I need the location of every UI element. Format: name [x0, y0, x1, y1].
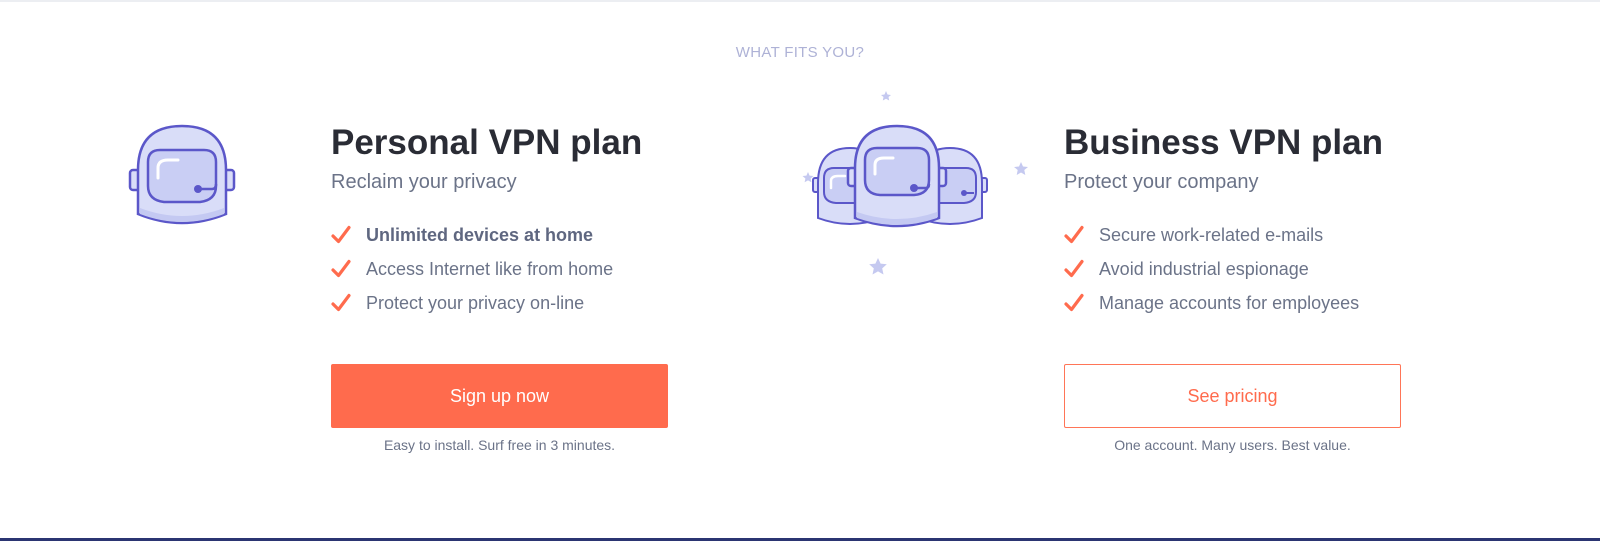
feature-label: Secure work-related e-mails [1099, 224, 1324, 245]
business-plan-subtitle: Protect your company [1064, 171, 1259, 193]
feature-label: Protect your privacy on-line [366, 292, 585, 313]
feature-item: Unlimited devices at home [331, 218, 671, 252]
feature-item: Protect your privacy on-line [331, 286, 671, 320]
business-plan: Business VPN plan Protect your company S… [1064, 120, 1404, 320]
see-pricing-button[interactable]: See pricing [1064, 364, 1401, 428]
astronaut-team-icon [802, 91, 1028, 275]
personal-plan-title: Personal VPN plan [331, 123, 643, 162]
feature-label: Unlimited devices at home [366, 224, 594, 245]
personal-feature-list: Unlimited devices at home Access Interne… [331, 218, 671, 320]
check-icon [331, 293, 351, 312]
check-icon [1064, 225, 1084, 244]
feature-label: Access Internet like from home [366, 258, 614, 279]
business-plan-title: Business VPN plan [1064, 123, 1383, 162]
business-feature-list: Secure work-related e-mails Avoid indust… [1064, 218, 1404, 320]
astronaut-helmet-icon [128, 124, 236, 225]
check-icon [1064, 293, 1084, 312]
section-heading: WHAT FITS YOU? [735, 44, 865, 61]
personal-plan: Personal VPN plan Reclaim your privacy U… [331, 120, 671, 320]
check-icon [331, 259, 351, 278]
feature-item: Access Internet like from home [331, 252, 671, 286]
pricing-note: One account. Many users. Best value. [1114, 437, 1351, 453]
feature-label: Manage accounts for employees [1099, 292, 1360, 313]
top-divider [0, 0, 1600, 2]
check-icon [1064, 259, 1084, 278]
feature-item: Secure work-related e-mails [1064, 218, 1404, 252]
personal-plan-subtitle: Reclaim your privacy [331, 171, 517, 193]
feature-label: Avoid industrial espionage [1099, 258, 1309, 279]
sign-up-button[interactable]: Sign up now [331, 364, 668, 428]
feature-item: Avoid industrial espionage [1064, 252, 1404, 286]
check-icon [331, 225, 351, 244]
feature-item: Manage accounts for employees [1064, 286, 1404, 320]
sign-up-note: Easy to install. Surf free in 3 minutes. [383, 437, 616, 453]
